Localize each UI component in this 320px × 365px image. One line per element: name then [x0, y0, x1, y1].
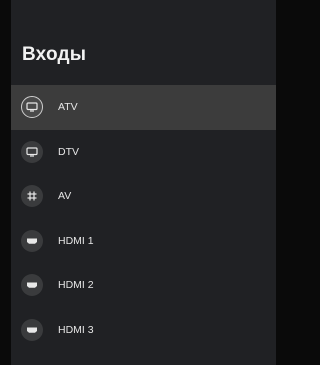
input-item-av[interactable]: AV: [11, 174, 276, 219]
input-label: DTV: [58, 145, 79, 158]
inputs-panel: Входы ATV DTV AV HDMI 1 HDMI 2 HDMI 3: [11, 0, 276, 365]
input-item-hdmi-2[interactable]: HDMI 2: [11, 263, 276, 308]
input-label: HDMI 2: [58, 279, 94, 292]
tv-icon: [21, 140, 43, 163]
input-item-hdmi-3[interactable]: HDMI 3: [11, 308, 276, 353]
hdmi-icon: [21, 229, 43, 252]
inputs-list: ATV DTV AV HDMI 1 HDMI 2 HDMI 3: [11, 85, 276, 352]
input-label: ATV: [58, 101, 78, 114]
av-jack-icon: [21, 185, 43, 208]
tv-icon: [21, 96, 43, 119]
hdmi-icon: [21, 274, 43, 297]
panel-title: Входы: [22, 44, 87, 65]
input-label: AV: [58, 190, 72, 203]
hdmi-icon: [21, 318, 43, 341]
input-item-atv[interactable]: ATV: [11, 85, 276, 130]
input-label: HDMI 3: [58, 323, 94, 336]
input-item-dtv[interactable]: DTV: [11, 130, 276, 175]
input-label: HDMI 1: [58, 234, 94, 247]
input-item-hdmi-1[interactable]: HDMI 1: [11, 219, 276, 264]
